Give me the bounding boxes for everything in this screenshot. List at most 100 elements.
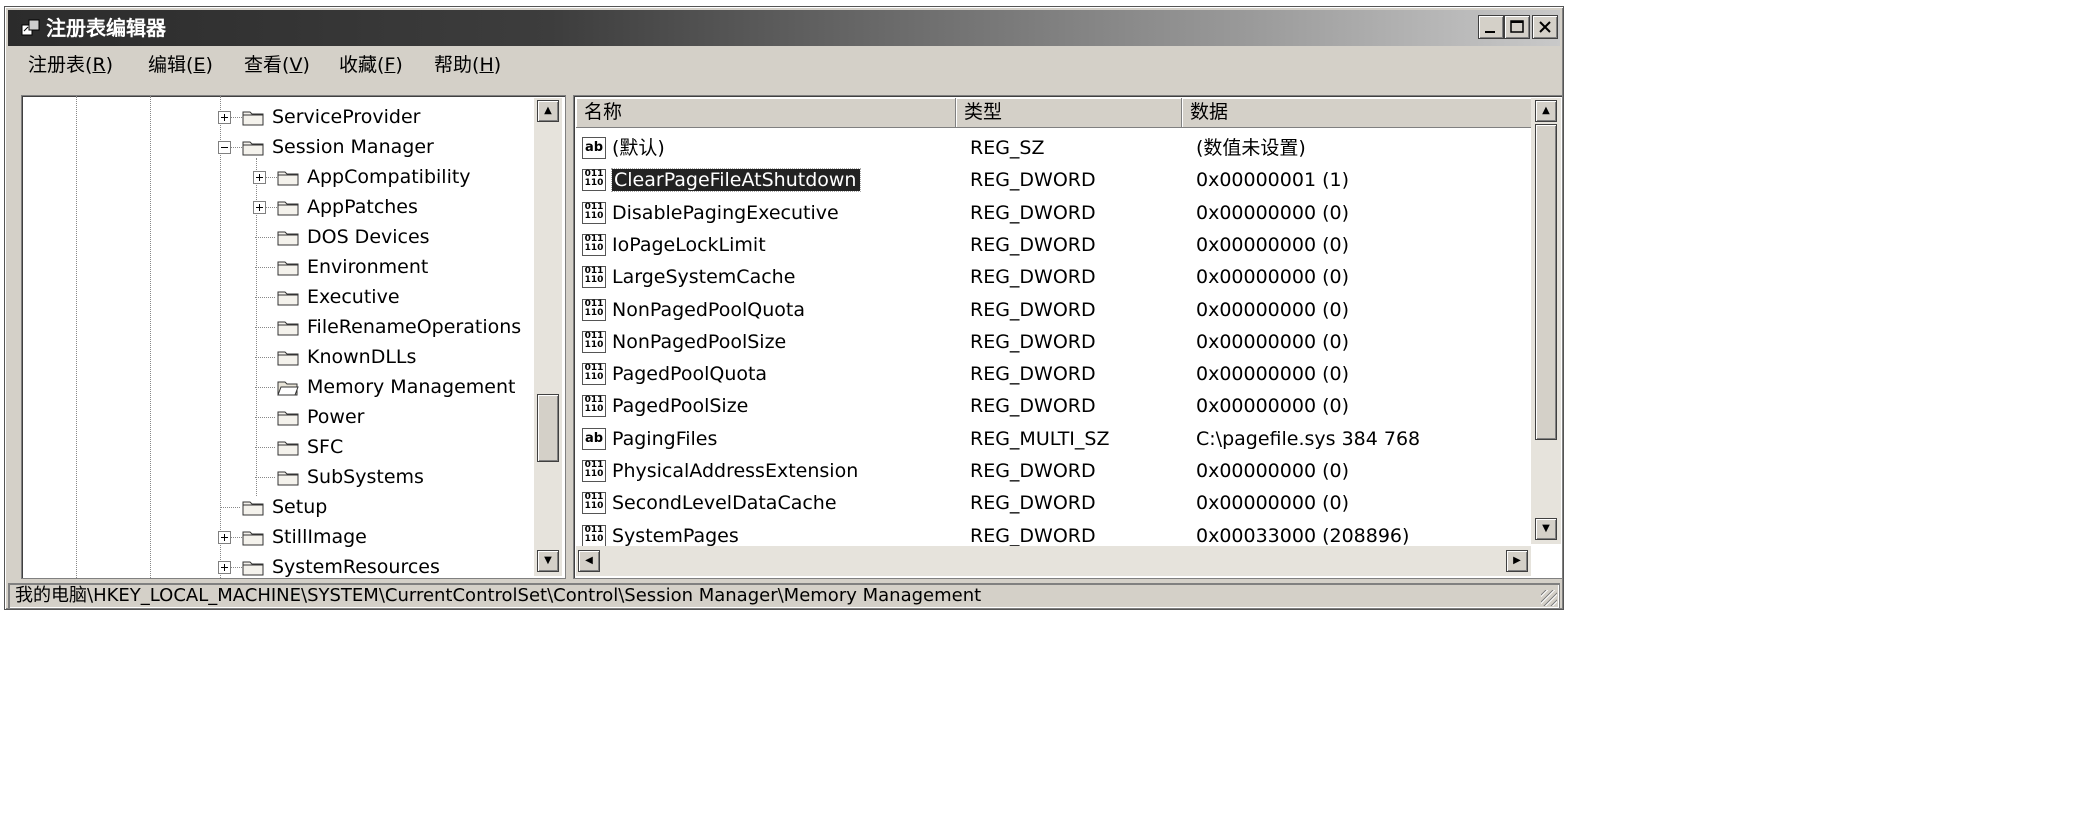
value-type: REG_DWORD	[970, 524, 1096, 546]
collapse-icon[interactable]	[218, 141, 231, 154]
menu-favorites[interactable]: 收藏(F)	[339, 52, 403, 78]
tree-item-label[interactable]: AppCompatibility	[307, 164, 471, 190]
expand-icon[interactable]	[218, 561, 231, 574]
value-name: PagedPoolSize	[612, 395, 749, 418]
value-type-cell: REG_DWORD	[970, 229, 1096, 261]
folder-icon	[277, 441, 299, 456]
menu-registry[interactable]: 注册表(R)	[28, 52, 113, 78]
value-row[interactable]: 011 110 ClearPageFileAtShutdown REG_DWORD 0…	[574, 164, 1529, 196]
tree-item-label[interactable]: StillImage	[272, 524, 367, 550]
registry-editor-window: 注册表编辑器 注册表(R) 编辑(E) 查看(V) 收藏(F) 帮助(H) Se…	[4, 6, 1564, 610]
scroll-up-button[interactable]: ▲	[1535, 100, 1557, 122]
status-path: 我的电脑\HKEY_LOCAL_MACHINE\SYSTEM\CurrentCo…	[15, 585, 982, 606]
value-name: PagingFiles	[612, 427, 718, 450]
title-bar[interactable]: 注册表编辑器	[8, 10, 1560, 46]
tree-item-label[interactable]: SubSystems	[307, 464, 424, 490]
value-row[interactable]: ab (默认) REG_SZ (数值未设置)	[574, 132, 1529, 164]
scroll-thumb[interactable]	[537, 394, 559, 462]
value-row[interactable]: 011 110 IoPageLockLimit REG_DWORD 0x0000000…	[574, 229, 1529, 261]
string-value-icon: ab	[582, 137, 606, 159]
value-type-cell: REG_DWORD	[970, 520, 1096, 546]
folder-icon	[277, 201, 299, 216]
value-type: REG_DWORD	[970, 363, 1096, 386]
column-header-data[interactable]: 数据	[1182, 98, 1532, 128]
tree-item-label[interactable]: AppPatches	[307, 194, 418, 220]
tree-item-label[interactable]: Environment	[307, 254, 428, 280]
value-row[interactable]: 011 110 SecondLevelDataCache REG_DWORD 0x00…	[574, 487, 1529, 519]
binary-value-icon: 011 110	[582, 524, 606, 546]
value-data: 0x00000000 (0)	[1196, 460, 1349, 482]
scroll-up-button[interactable]: ▲	[537, 100, 559, 122]
binary-value-icon: 011 110	[582, 363, 606, 386]
folder-icon	[277, 261, 299, 276]
tree-vertical-scrollbar[interactable]: ▲ ▼	[534, 98, 562, 576]
tree-item-label[interactable]: DOS Devices	[307, 224, 430, 250]
list-horizontal-scrollbar[interactable]: ◀ ▶	[576, 546, 1531, 576]
tree-item-label[interactable]: SystemResources	[272, 554, 440, 578]
tree-branch-line	[255, 237, 275, 238]
tree-item-label[interactable]: Memory Management	[307, 374, 515, 400]
scroll-left-button[interactable]: ◀	[578, 550, 600, 572]
minimize-button[interactable]	[1478, 15, 1504, 39]
expand-icon[interactable]	[253, 201, 266, 214]
scroll-thumb[interactable]	[1535, 124, 1557, 440]
value-name: NonPagedPoolSize	[612, 330, 787, 353]
tree-item-label[interactable]: FileRenameOperations	[307, 314, 521, 340]
value-name-cell: DisablePagingExecutive	[612, 197, 839, 229]
value-name-cell: PagedPoolSize	[612, 390, 748, 422]
expand-icon[interactable]	[253, 171, 266, 184]
tree-item-label[interactable]: Session Manager	[272, 134, 434, 160]
tree-item-label[interactable]: KnownDLLs	[307, 344, 416, 370]
value-data-cell: 0x00000000 (0)	[1196, 390, 1349, 422]
resize-grip-icon[interactable]	[1541, 590, 1557, 606]
value-row[interactable]: ab PagingFiles REG_MULTI_SZ C:\pagefile.sys…	[574, 423, 1529, 455]
tree-item-label[interactable]: ServiceProvider	[272, 104, 420, 130]
value-row[interactable]: 011 110 NonPagedPoolQuota REG_DWORD 0x00000…	[574, 294, 1529, 326]
value-type-cell: REG_DWORD	[970, 294, 1096, 326]
value-name-cell: NonPagedPoolSize	[612, 326, 786, 358]
value-type: REG_DWORD	[970, 266, 1096, 289]
value-row[interactable]: 011 110 SystemPages REG_DWORD 0x00033000 (2…	[574, 520, 1529, 546]
tree-item-label[interactable]: Setup	[272, 494, 327, 520]
menu-view[interactable]: 查看(V)	[244, 52, 310, 78]
menu-label: 收藏	[339, 54, 378, 76]
value-row[interactable]: 011 110 DisablePagingExecutive REG_DWORD 0x…	[574, 197, 1529, 229]
scroll-right-button[interactable]: ▶	[1506, 550, 1528, 572]
value-name: IoPageLockLimit	[612, 233, 766, 256]
value-name-cell: ClearPageFileAtShutdown	[610, 164, 862, 196]
value-name-cell: IoPageLockLimit	[612, 229, 766, 261]
binary-value-icon: 011 110	[582, 492, 606, 515]
column-header-type[interactable]: 类型	[956, 98, 1182, 128]
tree-branch-line	[255, 417, 275, 418]
menu-edit[interactable]: 编辑(E)	[148, 52, 213, 78]
expand-icon[interactable]	[218, 531, 231, 544]
tree-item-label[interactable]: Power	[307, 404, 364, 430]
close-button[interactable]	[1532, 15, 1558, 39]
value-type: REG_DWORD	[970, 395, 1096, 418]
column-header-name[interactable]: 名称	[576, 98, 956, 128]
expand-icon[interactable]	[218, 111, 231, 124]
tree-item-label[interactable]: Executive	[307, 284, 400, 310]
value-row[interactable]: 011 110 PhysicalAddressExtension REG_DWORD…	[574, 455, 1529, 487]
list-vertical-scrollbar[interactable]: ▲ ▼	[1531, 98, 1561, 544]
menu-label: 编辑	[148, 54, 187, 76]
scroll-down-button[interactable]: ▼	[1535, 518, 1557, 540]
menu-help[interactable]: 帮助(H)	[434, 52, 501, 78]
values-list-pane[interactable]: 名称 类型 数据 ab (默认) REG_SZ (数值未设置) 011 110 Clear…	[573, 95, 1563, 579]
scroll-down-button[interactable]: ▼	[537, 550, 559, 572]
value-row[interactable]: 011 110 LargeSystemCache REG_DWORD 0x000000…	[574, 261, 1529, 293]
tree-item-label[interactable]: SFC	[307, 434, 343, 460]
maximize-button[interactable]	[1504, 15, 1530, 39]
value-data: 0x00000000 (0)	[1196, 330, 1349, 353]
value-row[interactable]: 011 110 NonPagedPoolSize REG_DWORD 0x000000…	[574, 326, 1529, 358]
folder-icon	[277, 321, 299, 336]
value-name: LargeSystemCache	[612, 266, 796, 289]
value-name: SystemPages	[612, 524, 739, 546]
key-tree-pane[interactable]: ServiceProvider Session Manager AppCompati…	[21, 95, 566, 579]
value-row[interactable]: 011 110 PagedPoolSize REG_DWORD 0x00000000 …	[574, 390, 1529, 422]
value-type: REG_DWORD	[970, 492, 1096, 515]
value-row[interactable]: 011 110 PagedPoolQuota REG_DWORD 0x00000000…	[574, 358, 1529, 390]
value-name-cell: LargeSystemCache	[612, 261, 795, 293]
value-name-cell: SystemPages	[612, 520, 739, 546]
value-type: REG_DWORD	[970, 460, 1096, 482]
